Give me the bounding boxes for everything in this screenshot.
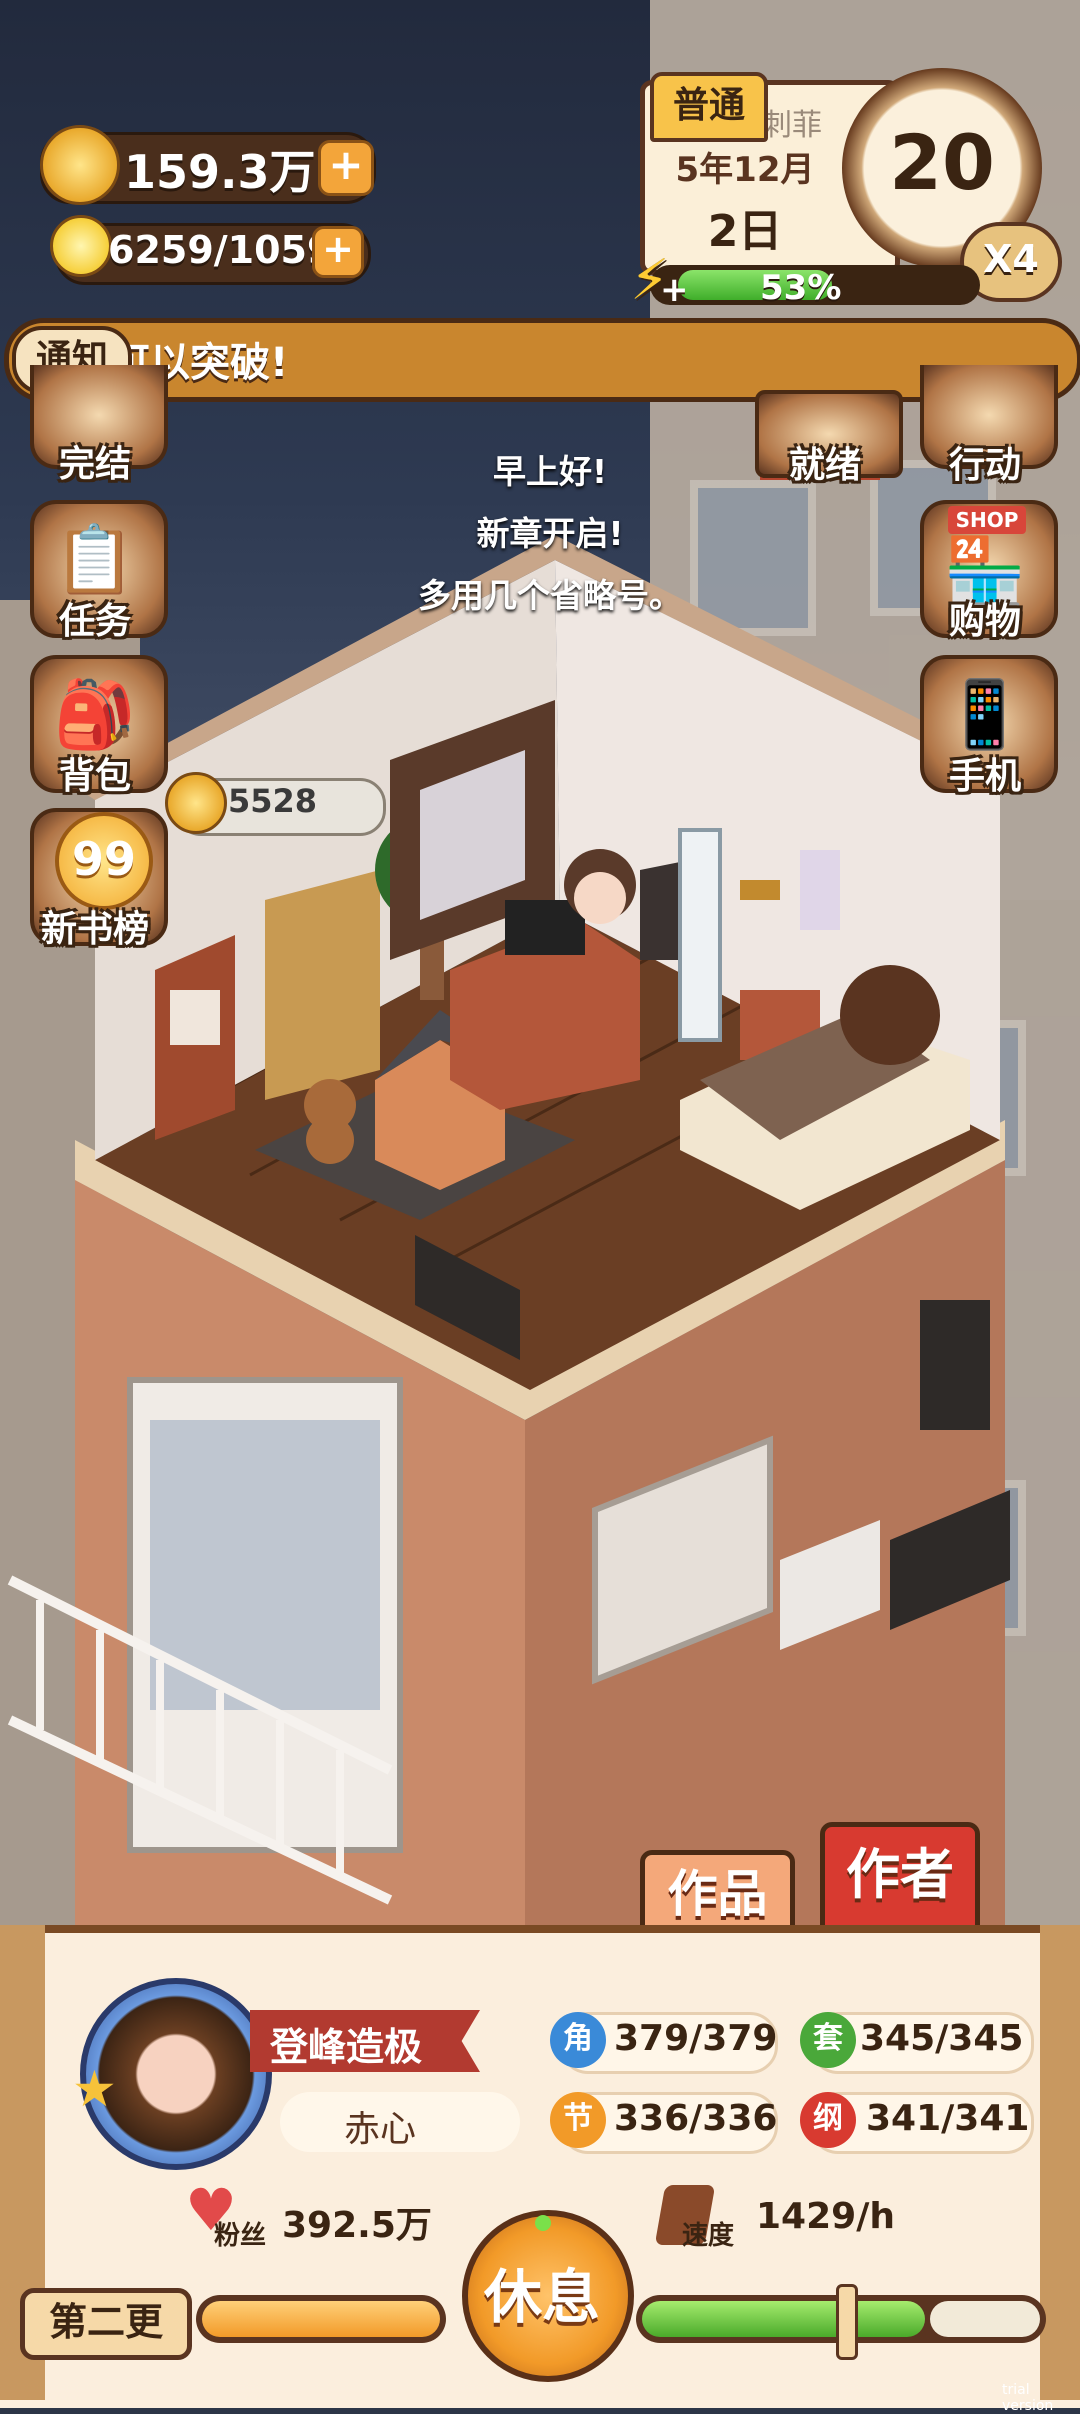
quality-progress-fill: [642, 2301, 925, 2337]
fans-label: 粉丝: [214, 2221, 267, 2251]
fans-value: 392.5万: [282, 2205, 432, 2246]
greeting-line-3: 多用几个省略号。: [418, 576, 682, 615]
energy-plus-icon[interactable]: +: [660, 270, 689, 310]
tasks-label: 任务: [58, 601, 131, 642]
phone-label: 手机: [948, 756, 1021, 797]
stat-value-plot: 336/336: [614, 2098, 778, 2139]
add-coins-button[interactable]: +: [318, 140, 374, 196]
new-books-ranking-label: 新书榜: [40, 909, 149, 950]
calendar-month: 5年12月: [675, 150, 815, 190]
clock-value: 20: [889, 118, 995, 207]
watermark: trial version: [1002, 2382, 1054, 2414]
writing-progress-fill: [202, 2301, 440, 2337]
difficulty-tab[interactable]: 普通: [650, 72, 768, 142]
stat-value-role: 379/379: [614, 2018, 778, 2059]
speed-value: 1429/h: [756, 2196, 895, 2237]
bubble-coin-icon: [165, 772, 227, 834]
greeting-line-2: 新章开启!: [476, 514, 624, 553]
player-title: 登峰造极: [270, 2025, 423, 2069]
stat-value-outline: 341/341: [866, 2098, 1030, 2139]
coins-value: 159.3万: [124, 145, 316, 199]
speed-label: 速度: [682, 2221, 735, 2251]
greeting-line-1: 早上好!: [492, 452, 608, 491]
stat-badge-set: 套: [800, 2012, 856, 2068]
stat-value-set: 345/345: [860, 2018, 1024, 2059]
tab-author[interactable]: 作者: [820, 1822, 980, 1942]
player-trait: 赤心: [343, 2109, 416, 2150]
stat-badge-plot: 节: [550, 2092, 606, 2148]
stat-badge-role: 角: [550, 2012, 606, 2068]
coin-bubble-value: 5528: [228, 782, 318, 820]
rest-indicator-dot: [535, 2215, 551, 2231]
obscured-tab-label: 刺菲: [762, 108, 822, 143]
add-inspiration-button[interactable]: +: [312, 226, 364, 278]
coin-icon: [40, 125, 120, 205]
star-icon: ★: [72, 2060, 117, 2118]
panel-frame-right: [1040, 1925, 1080, 2400]
shop-label: 购物: [948, 601, 1021, 642]
calendar-day: 2日: [707, 206, 783, 257]
lightbulb-icon: [50, 215, 112, 277]
rank-badge-icon: 99: [55, 812, 153, 910]
quality-progress-rest: [930, 2301, 1040, 2337]
finish-label: 完结: [58, 444, 131, 485]
rest-label: 休息: [483, 2263, 600, 2331]
chapter-button[interactable]: 第二更: [20, 2288, 192, 2360]
energy-percent: 53%: [760, 268, 842, 308]
progress-marker[interactable]: [836, 2284, 858, 2360]
ready-label: 就绪: [788, 445, 861, 486]
backpack-label: 背包: [58, 756, 131, 797]
action-label: 行动: [948, 445, 1021, 486]
stat-badge-outline: 纲: [800, 2092, 856, 2148]
